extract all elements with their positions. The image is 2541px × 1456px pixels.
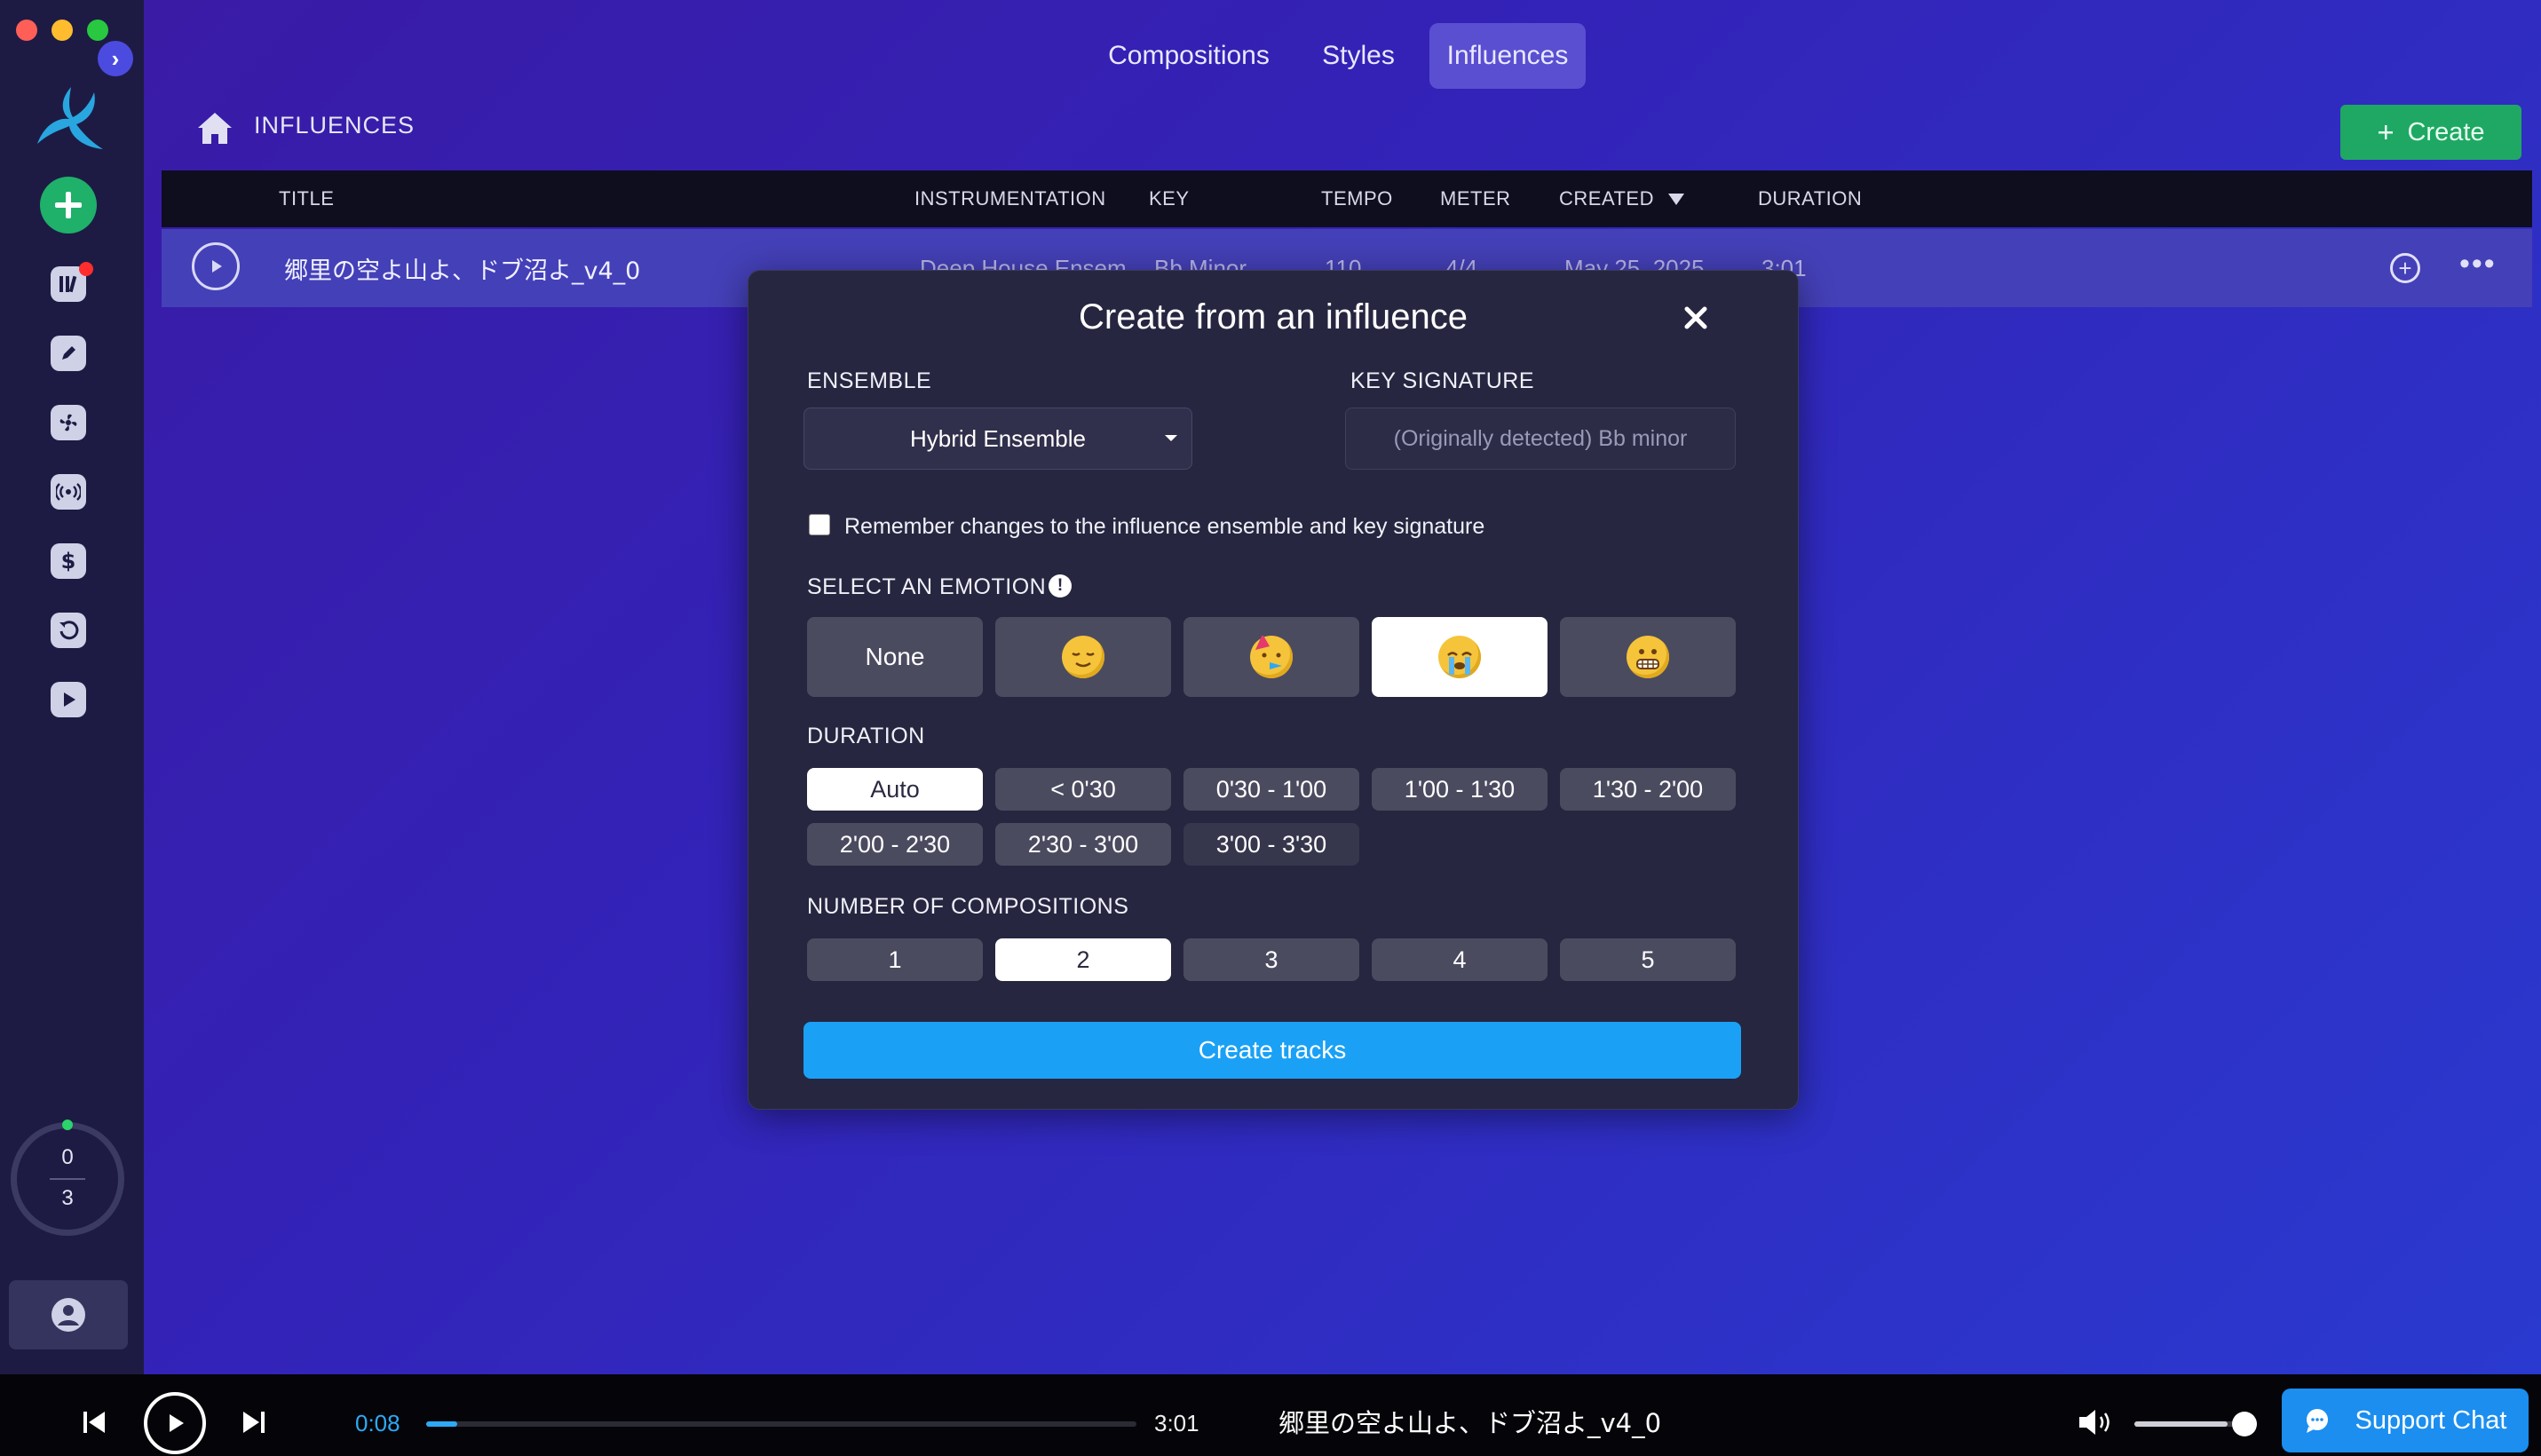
profile-icon xyxy=(51,1298,85,1332)
play-icon[interactable] xyxy=(51,682,86,717)
app-logo xyxy=(37,87,103,149)
column-tempo[interactable]: TEMPO xyxy=(1321,170,1393,227)
column-key[interactable]: KEY xyxy=(1149,170,1190,227)
chevron-down-icon xyxy=(1165,435,1177,441)
volume-knob[interactable] xyxy=(2232,1412,2257,1436)
count-option[interactable]: 3 xyxy=(1183,938,1359,981)
column-instrumentation[interactable]: INSTRUMENTATION xyxy=(914,170,1106,227)
volume-slider[interactable] xyxy=(2134,1421,2244,1427)
row-title: 郷里の空よ山よ、ドブ沼よ_v4_0 xyxy=(284,257,641,285)
count-option[interactable]: 5 xyxy=(1560,938,1736,981)
previous-track-icon[interactable] xyxy=(80,1408,108,1436)
crying-face-icon xyxy=(1438,636,1481,678)
now-playing-title: 郷里の空よ山よ、ドブ沼よ_v4_0 xyxy=(1278,1408,1662,1438)
window-close-button[interactable] xyxy=(16,20,37,41)
column-meter[interactable]: METER xyxy=(1440,170,1511,227)
duration-option[interactable]: Auto xyxy=(807,768,983,811)
page-title: INFLUENCES xyxy=(254,112,416,138)
duration-option[interactable]: 0'30 - 1'00 xyxy=(1183,768,1359,811)
key-signature-input[interactable]: (Originally detected) Bb minor xyxy=(1345,408,1736,470)
relieved-face-icon xyxy=(1062,636,1104,678)
window-zoom-button[interactable] xyxy=(87,20,108,41)
emotion-none-button[interactable]: None xyxy=(807,617,983,697)
profile-button[interactable] xyxy=(9,1280,128,1349)
sidebar-expand-button[interactable]: › xyxy=(98,41,133,76)
plus-icon xyxy=(2379,125,2394,139)
add-icon xyxy=(55,192,82,218)
remember-checkbox[interactable] xyxy=(809,514,830,535)
elapsed-time: 0:08 xyxy=(355,1410,400,1436)
count-option[interactable]: 2 xyxy=(995,938,1171,981)
remember-label: Remember changes to the influence ensemb… xyxy=(844,514,1485,539)
count-option[interactable]: 4 xyxy=(1372,938,1548,981)
ensemble-label: ENSEMBLE xyxy=(807,368,932,393)
composition-count-label: NUMBER OF COMPOSITIONS xyxy=(807,894,1129,919)
credits-progress-dot xyxy=(62,1120,73,1130)
track-duration: 3:01 xyxy=(1154,1410,1199,1436)
play-icon xyxy=(212,260,222,273)
duration-option[interactable]: 2'30 - 3'00 xyxy=(995,823,1171,866)
count-option[interactable]: 1 xyxy=(807,938,983,981)
tab-styles[interactable]: Styles xyxy=(1310,23,1406,89)
emotion-crying-button[interactable] xyxy=(1372,617,1548,697)
duration-option[interactable]: < 0'30 xyxy=(995,768,1171,811)
history-icon[interactable] xyxy=(51,613,86,648)
sort-desc-icon xyxy=(1668,193,1684,205)
play-icon xyxy=(170,1414,184,1432)
progress-fill xyxy=(426,1421,458,1427)
sidebar: › $ 0 3 xyxy=(0,0,144,1374)
create-tracks-button[interactable]: Create tracks xyxy=(803,1022,1741,1079)
column-duration[interactable]: DURATION xyxy=(1758,170,1862,227)
volume-fill xyxy=(2134,1421,2228,1427)
home-icon[interactable] xyxy=(195,110,234,146)
create-influence-modal: Create from an influence ENSEMBLE KEY SI… xyxy=(748,270,1799,1110)
party-face-icon xyxy=(1250,636,1293,678)
fan-icon[interactable] xyxy=(51,405,86,440)
row-more-button[interactable]: ••• xyxy=(2459,247,2497,281)
tab-influences[interactable]: Influences xyxy=(1429,23,1586,89)
support-chat-button[interactable]: Support Chat xyxy=(2282,1389,2529,1452)
duration-option[interactable]: 3'00 - 3'30 xyxy=(1183,823,1359,866)
broadcast-icon[interactable] xyxy=(51,474,86,510)
duration-option[interactable]: 2'00 - 2'30 xyxy=(807,823,983,866)
grimacing-face-icon xyxy=(1627,636,1669,678)
table-header: TITLE INSTRUMENTATION KEY TEMPO METER CR… xyxy=(162,170,2532,227)
duration-option[interactable]: 1'00 - 1'30 xyxy=(1372,768,1548,811)
duration-label: DURATION xyxy=(807,724,925,748)
credits-divider xyxy=(50,1178,85,1180)
duration-option[interactable]: 1'30 - 2'00 xyxy=(1560,768,1736,811)
create-button-label: Create xyxy=(2407,117,2485,146)
close-icon[interactable] xyxy=(1681,303,1711,333)
window-minimize-button[interactable] xyxy=(51,20,73,41)
notification-dot xyxy=(79,262,93,276)
progress-slider[interactable] xyxy=(426,1421,1136,1427)
play-pause-button[interactable] xyxy=(144,1392,206,1454)
tab-compositions[interactable]: Compositions xyxy=(1092,23,1286,89)
modal-title: Create from an influence xyxy=(1078,297,1468,336)
ensemble-value: Hybrid Ensemble xyxy=(910,424,1086,452)
dollar-icon[interactable]: $ xyxy=(51,543,86,579)
credits-total: 3 xyxy=(61,1186,74,1210)
info-icon[interactable]: ! xyxy=(1049,574,1072,597)
chat-icon xyxy=(2306,1409,2328,1433)
column-title[interactable]: TITLE xyxy=(279,170,334,227)
emotion-relieved-button[interactable] xyxy=(995,617,1171,697)
emotion-label: SELECT AN EMOTION xyxy=(807,574,1047,599)
volume-icon[interactable] xyxy=(2076,1406,2115,1438)
row-add-button[interactable]: + xyxy=(2390,253,2420,283)
emotion-grimacing-button[interactable] xyxy=(1560,617,1736,697)
row-play-button[interactable] xyxy=(192,242,240,290)
credits-used: 0 xyxy=(61,1145,74,1169)
create-button[interactable]: Create xyxy=(2340,105,2521,160)
column-created[interactable]: CREATED xyxy=(1559,170,1684,227)
next-track-icon[interactable] xyxy=(240,1408,268,1436)
support-chat-label: Support Chat xyxy=(2355,1405,2507,1435)
key-signature-label: KEY SIGNATURE xyxy=(1350,368,1535,393)
new-composition-button[interactable] xyxy=(40,177,97,233)
emotion-party-button[interactable] xyxy=(1183,617,1359,697)
ensemble-select[interactable]: Hybrid Ensemble xyxy=(803,408,1192,470)
pencil-icon[interactable] xyxy=(51,336,86,371)
